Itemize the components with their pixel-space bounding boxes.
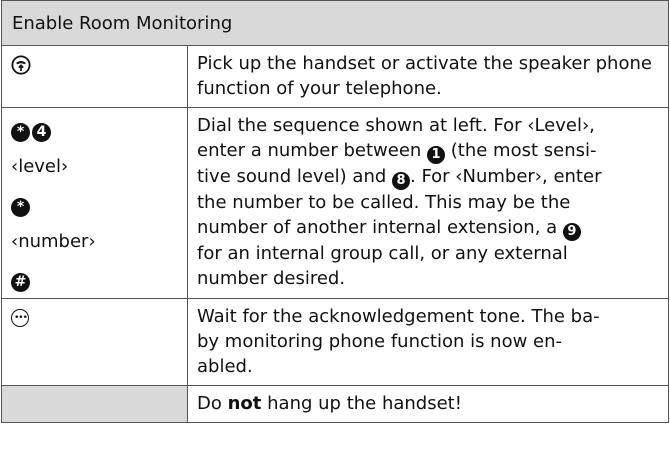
step-text-line: number of another internal extension, a … xyxy=(197,215,658,241)
instruction-table-wrap: Enable Room Monitoring Pick up the hands… xyxy=(0,0,669,423)
digit-8-key-icon: 8 xyxy=(392,172,411,190)
hash-key-icon: # xyxy=(11,273,30,292)
number-placeholder: ‹number› xyxy=(11,231,96,252)
table-row: ••• Wait for the acknowledgement tone. T… xyxy=(1,298,669,386)
table-row: Do not hang up the handset! xyxy=(1,385,669,423)
step-text-line: enter a number between 1 (the most sensi… xyxy=(197,140,597,164)
step-text-line: the number to be called. This may be the xyxy=(197,192,571,213)
step-symbol-cell: ••• xyxy=(1,298,188,386)
table-row: Pick up the handset or activate the spea… xyxy=(1,45,669,108)
step-text-line: tive sound level) and 8. For ‹Number›, e… xyxy=(197,166,602,190)
table-title: Enable Room Monitoring xyxy=(1,0,669,46)
step-text-cell: Pick up the handset or activate the spea… xyxy=(187,45,669,108)
step-text-line: abled. xyxy=(197,356,253,377)
step-text: Pick up the handset or activate the spea… xyxy=(197,53,652,99)
step-text-cell: Do not hang up the handset! xyxy=(187,385,669,423)
step-text-line: number desired. xyxy=(197,268,346,289)
empty-symbol-cell xyxy=(1,385,188,423)
step-text-line: Dial the sequence shown at left. For ‹Le… xyxy=(197,115,595,136)
digit-1-key-icon: 1 xyxy=(427,146,446,164)
step-text-cell: Wait for the acknowledgement tone. The b… xyxy=(187,298,669,386)
step-symbol-cell xyxy=(1,45,188,108)
key-star: * xyxy=(11,191,179,217)
level-placeholder: ‹level› xyxy=(11,156,69,177)
emphasis-not: not xyxy=(227,393,262,414)
handset-lift-icon xyxy=(11,55,31,75)
step-symbol-cell: * 4 ‹level› * ‹number› # xyxy=(1,107,188,299)
star-key-icon: * xyxy=(11,123,30,142)
key-hash: # xyxy=(11,266,179,292)
tone-icon: ••• xyxy=(11,309,29,327)
key-sequence-star-4: * 4 xyxy=(11,116,179,142)
step-text-line: by monitoring phone function is now en- xyxy=(197,331,563,352)
step-text-cell: Dial the sequence shown at left. For ‹Le… xyxy=(187,107,669,299)
step-text-line: for an internal group call, or any exter… xyxy=(197,243,568,264)
step-text-line: Wait for the acknowledgement tone. The b… xyxy=(197,306,600,327)
digit-9-key-icon: 9 xyxy=(562,223,581,241)
digit-4-key-icon: 4 xyxy=(32,123,51,142)
table-row: * 4 ‹level› * ‹number› # Dial the sequenc… xyxy=(1,107,669,299)
instruction-table: Enable Room Monitoring Pick up the hands… xyxy=(1,0,669,423)
star-key-icon: * xyxy=(11,198,30,217)
